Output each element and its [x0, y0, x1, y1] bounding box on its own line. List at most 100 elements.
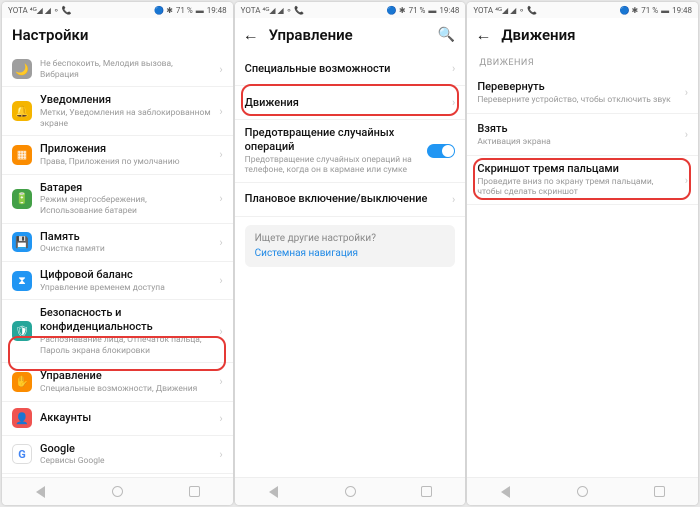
nav-bar: [2, 477, 233, 505]
chevron-icon: ›: [219, 375, 222, 388]
chevron-icon: ›: [219, 105, 222, 118]
back-icon[interactable]: ←: [243, 27, 259, 43]
upravlenie-row[interactable]: Плановое включение/выключение ›: [235, 183, 466, 217]
row-label: Перевернуть: [477, 80, 676, 94]
row-label: Цифровой баланс: [40, 268, 211, 282]
row-icon: G: [12, 444, 32, 464]
nav-back-button[interactable]: [266, 485, 280, 499]
page-title: Настройки: [12, 26, 223, 44]
chevron-icon: ›: [219, 148, 222, 161]
status-bar: YOTA ⁴ᴳ◢ ◢ ⚬ 📞 🔵 ✱71 %▬19:48: [2, 2, 233, 18]
settings-row[interactable]: 💾 ПамятьОчистка памяти ›: [2, 224, 233, 262]
nav-home-button[interactable]: [576, 485, 590, 499]
back-icon[interactable]: ←: [475, 27, 491, 43]
settings-row[interactable]: ⧗ Цифровой балансУправление временем дост…: [2, 262, 233, 300]
section-header: ДВИЖЕНИЯ: [467, 52, 698, 72]
page-title: Управление: [269, 26, 428, 44]
settings-list: 🌙 Не беспокоить, Мелодия вызова, Вибрация…: [2, 52, 233, 477]
other-settings-question: Ищете другие настройки?: [255, 233, 446, 244]
row-sub: Проведите вниз по экрану тремя пальцами,…: [477, 177, 676, 198]
row-icon: ▦: [12, 145, 32, 165]
upravlenie-row[interactable]: Специальные возможности ›: [235, 52, 466, 86]
settings-row[interactable]: 🛡 Безопасность и конфиденциальностьРаспоз…: [2, 300, 233, 363]
row-icon: 🛡: [12, 321, 32, 341]
row-label: Уведомления: [40, 93, 211, 107]
row-sub: Права, Приложения по умолчанию: [40, 157, 211, 168]
row-sub: Активация экрана: [477, 137, 676, 148]
nav-home-button[interactable]: [110, 485, 124, 499]
row-sub: Очистка памяти: [40, 244, 211, 255]
settings-row[interactable]: ▦ ПриложенияПрава, Приложения по умолчани…: [2, 136, 233, 174]
nav-back-button[interactable]: [33, 485, 47, 499]
chevron-icon: ›: [219, 274, 222, 287]
row-label: Управление: [40, 369, 211, 383]
row-sub: Режим энергосбережения, Использование ба…: [40, 195, 211, 216]
row-sub: Управление временем доступа: [40, 283, 211, 294]
settings-row[interactable]: 🔔 УведомленияМетки, Уведомления на заблок…: [2, 87, 233, 136]
row-label: Скриншот тремя пальцами: [477, 162, 676, 176]
upravlenie-row[interactable]: Движения›: [235, 86, 466, 120]
settings-row[interactable]: 🔋 БатареяРежим энергосбережения, Использо…: [2, 175, 233, 224]
row-label: Плановое включение/выключение: [245, 192, 444, 206]
chevron-icon: ›: [219, 412, 222, 425]
row-sub: Не беспокоить, Мелодия вызова, Вибрация: [40, 59, 211, 80]
chevron-icon: ›: [685, 174, 688, 187]
row-icon: 🌙: [12, 59, 32, 79]
row-sub: Переверните устройство, чтобы отключить …: [477, 95, 676, 106]
row-icon: 🔔: [12, 101, 32, 121]
chevron-icon: ›: [219, 236, 222, 249]
dvizheniya-row[interactable]: ВзятьАктивация экрана ›: [467, 114, 698, 156]
search-icon[interactable]: 🔍: [438, 27, 455, 43]
dvizheniya-row[interactable]: Скриншот тремя пальцамиПроведите вниз по…: [467, 156, 698, 205]
chevron-icon: ›: [219, 448, 222, 461]
screen-dvizheniya: YOTA ⁴ᴳ◢ ◢ ⚬ 📞 🔵 ✱71 %▬19:48 ← Движения …: [467, 2, 698, 505]
chevron-icon: ›: [452, 62, 455, 75]
settings-row[interactable]: 🌙 Не беспокоить, Мелодия вызова, Вибрация…: [2, 52, 233, 87]
row-sub: Метки, Уведомления на заблокированном эк…: [40, 108, 211, 129]
row-sub: Сервисы Google: [40, 456, 211, 467]
upravlenie-list: Специальные возможности›Движения›Предотв…: [235, 52, 466, 477]
row-sub: Распознавание лица, Отпечаток пальца, Па…: [40, 335, 211, 356]
nav-recent-button[interactable]: [653, 485, 667, 499]
chevron-icon: ›: [452, 193, 455, 206]
settings-row[interactable]: G GoogleСервисы Google ›: [2, 436, 233, 474]
chevron-icon: ›: [219, 63, 222, 76]
row-label: Память: [40, 230, 211, 244]
status-bar: YOTA ⁴ᴳ◢ ◢ ⚬ 📞 🔵 ✱71 %▬19:48: [467, 2, 698, 18]
nav-recent-button[interactable]: [187, 485, 201, 499]
title-bar: ← Движения: [467, 18, 698, 52]
chevron-icon: ›: [685, 128, 688, 141]
system-navigation-link[interactable]: Системная навигация: [255, 248, 446, 259]
chevron-icon: ›: [219, 325, 222, 338]
settings-row[interactable]: ✋ УправлениеСпециальные возможности, Движ…: [2, 363, 233, 401]
nav-bar: [467, 477, 698, 505]
row-sub: Специальные возможности, Движения: [40, 384, 211, 395]
settings-row[interactable]: 👤Аккаунты›: [2, 402, 233, 436]
row-icon: 💾: [12, 232, 32, 252]
row-label: Взять: [477, 122, 676, 136]
row-icon: ✋: [12, 372, 32, 392]
row-label: Аккаунты: [40, 411, 211, 425]
row-label: Приложения: [40, 142, 211, 156]
chevron-icon: ›: [685, 86, 688, 99]
nav-bar: [235, 477, 466, 505]
screen-upravlenie: YOTA ⁴ᴳ◢ ◢ ⚬ 📞 🔵 ✱71 %▬19:48 ← Управлени…: [235, 2, 466, 505]
toggle-switch[interactable]: [427, 144, 455, 158]
row-label: Специальные возможности: [245, 62, 444, 76]
page-title: Движения: [501, 26, 688, 44]
dvizheniya-row[interactable]: ПеревернутьПереверните устройство, чтобы…: [467, 72, 698, 114]
other-settings-box: Ищете другие настройки? Системная навига…: [245, 225, 456, 267]
nav-home-button[interactable]: [343, 485, 357, 499]
row-icon: ⧗: [12, 271, 32, 291]
title-bar: Настройки: [2, 18, 233, 52]
row-label: Батарея: [40, 181, 211, 195]
upravlenie-row[interactable]: Предотвращение случайных операцийПредотв…: [235, 120, 466, 183]
dvizheniya-list: ДВИЖЕНИЯ ПеревернутьПереверните устройст…: [467, 52, 698, 477]
row-label: Google: [40, 442, 211, 456]
nav-back-button[interactable]: [499, 485, 513, 499]
screen-settings: YOTA ⁴ᴳ◢ ◢ ⚬ 📞 🔵 ✱71 %▬19:48 Настройки 🌙…: [2, 2, 233, 505]
nav-recent-button[interactable]: [420, 485, 434, 499]
row-icon: 🔋: [12, 189, 32, 209]
chevron-icon: ›: [452, 96, 455, 109]
row-label: Безопасность и конфиденциальность: [40, 306, 211, 334]
